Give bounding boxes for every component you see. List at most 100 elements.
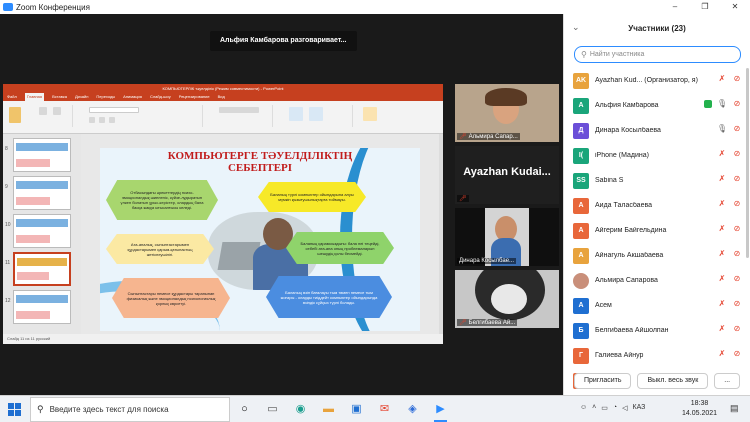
video-tile[interactable]: Динара Косылбае... [455,208,559,266]
video-tile[interactable]: 🎤︎ Альмира Сапар... [455,84,559,142]
volume-icon[interactable]: ◁ [622,404,627,412]
participant-row[interactable]: AK Ayazhan Kud... (Организатор, я) ✗ ⊘ [564,68,746,93]
mic-muted-icon[interactable]: ✗ [717,299,727,308]
participant-row[interactable]: А Аида Таласбаева ✗ ⊘ [564,193,746,218]
minimize-button[interactable]: – [660,0,690,14]
task-view-icon[interactable]: ○ [236,401,253,418]
slide-thumbnail[interactable] [13,138,71,172]
mail-icon[interactable]: ✉ [376,401,393,418]
font-select[interactable] [89,107,139,113]
ppt-tab[interactable]: Вставка [52,93,67,101]
ppt-tab[interactable]: Дизайн [75,93,88,101]
panel-header: ⌄ Участники (23) [564,14,750,42]
shared-screen[interactable]: КОМПЬЮТЕРЛІК тәуелділік (Режим совместим… [3,84,443,344]
zoom-taskbar-icon[interactable]: ▶ [432,401,449,422]
camera-off-icon[interactable]: ⊘ [732,74,742,83]
arrange-icon[interactable] [309,107,323,121]
close-button[interactable]: ✕ [720,0,750,14]
shapes-icon[interactable] [289,107,303,121]
participant-search-input[interactable]: ⚲ Найти участника [574,46,741,63]
taskbar-search-input[interactable]: ⚲ Введите здесь текст для поиска [30,397,230,422]
participant-row[interactable]: Б Белгибаева Айшолпан ✗ ⊘ [564,318,746,343]
mic-muted-icon[interactable]: ✗ [717,349,727,358]
edge-icon[interactable]: ◉ [292,401,309,418]
mute-all-button[interactable]: Выкл. весь звук [637,373,709,389]
start-button[interactable] [8,403,21,416]
people-icon[interactable]: ☺ [580,404,587,412]
mic-muted-icon[interactable]: ✗ [717,74,727,83]
camera-off-icon[interactable]: ⊘ [732,174,742,183]
paragraph-icon[interactable] [219,107,259,113]
slide-number: 12 [5,298,11,304]
video-tile[interactable]: Ayazhan Kudai... 🎤︎ [455,146,559,204]
slide-thumbnail[interactable] [13,176,71,210]
mic-muted-icon[interactable]: ✗ [717,249,727,258]
mic-muted-icon[interactable]: ✗ [717,149,727,158]
ppt-tab[interactable]: Анимация [123,93,142,101]
paste-icon[interactable] [9,107,21,123]
ppt-tab-active[interactable]: Главная [24,93,45,101]
language-indicator[interactable]: КАЗ [633,404,646,412]
mic-muted-icon[interactable]: ✗ [717,324,727,333]
slide-thumbnail-selected[interactable] [13,252,71,286]
mic-muted-icon[interactable]: ✗ [717,174,727,183]
panel-footer: Пригласить Выкл. весь звук ... [564,367,750,395]
ppt-tab[interactable]: Файл [7,93,17,101]
tile-name-text: Динара Косылбае... [459,258,515,264]
slide-heading-2: СЕБЕПТЕРІ [227,162,293,174]
task-switch-icon[interactable]: ▭ [264,401,281,418]
italic-icon[interactable] [99,117,105,123]
bold-icon[interactable] [89,117,95,123]
chevron-up-icon[interactable]: ˄ [592,404,596,412]
file-explorer-icon[interactable]: ▬ [320,401,337,418]
camera-off-icon[interactable]: ⊘ [732,199,742,208]
camera-off-icon[interactable]: ⊘ [732,324,742,333]
ppt-scrollbar[interactable] [439,134,443,334]
ppt-tab[interactable]: Слайд-шоу [150,93,171,101]
participant-row[interactable]: А Асем ✗ ⊘ [564,293,746,318]
participant-row[interactable]: SS Sabina S ✗ ⊘ [564,168,746,193]
taskbar-clock[interactable]: 18:38 14.05.2021 [682,399,717,419]
participant-row[interactable]: А Айнагуль Акшабаева ✗ ⊘ [564,243,746,268]
layout-icon[interactable] [53,107,61,115]
mic-on-icon[interactable]: 🎙︎ [717,124,727,133]
camera-off-icon[interactable]: ⊘ [732,124,742,133]
camera-off-icon[interactable]: ⊘ [732,249,742,258]
dropbox-icon[interactable]: ◈ [404,401,421,418]
ppt-tab[interactable]: Рецензирование [179,93,210,101]
participant-list-scrollbar[interactable] [746,68,749,258]
camera-off-icon[interactable]: ⊘ [732,274,742,283]
maximize-button[interactable]: ❐ [690,0,720,14]
video-tile[interactable]: 🎤︎ Белгибаева Ай... [455,270,559,328]
slide-thumbnail[interactable] [13,214,71,248]
new-slide-icon[interactable] [39,107,47,115]
network-icon[interactable]: ◔ [613,404,617,412]
participant-row[interactable]: А Айгерим Байгельдина ✗ ⊘ [564,218,746,243]
more-button[interactable]: ... [714,373,741,389]
ppt-tab[interactable]: Вид [218,93,225,101]
participant-row[interactable]: I(iPhone (Мадина) ✗ ⊘ [564,143,746,168]
mic-muted-icon[interactable]: ✗ [717,274,727,283]
camera-off-icon[interactable]: ⊘ [732,299,742,308]
participant-row[interactable]: Альмира Сапарова ✗ ⊘ [564,268,746,293]
camera-off-icon[interactable]: ⊘ [732,149,742,158]
camera-off-icon[interactable]: ⊘ [732,224,742,233]
tile-mute: 🎤︎ [457,195,469,202]
find-icon[interactable] [363,107,377,121]
chevron-down-icon[interactable]: ⌄ [572,22,580,33]
notifications-icon[interactable]: ▤ [730,403,739,414]
participant-row[interactable]: Д Динара Косылбаева 🎙︎ ⊘ [564,118,746,143]
mic-on-icon[interactable]: 🎙︎ [717,99,727,108]
participant-row[interactable]: А Альфия Камбарова 🎙︎ ⊘ [564,93,746,118]
mic-muted-icon[interactable]: ✗ [717,224,727,233]
camera-off-icon[interactable]: ⊘ [732,349,742,358]
invite-button[interactable]: Пригласить [574,373,632,389]
underline-icon[interactable] [109,117,115,123]
slide-thumbnail[interactable] [13,290,71,324]
battery-icon[interactable]: ▭ [601,404,608,412]
ppt-tab[interactable]: Переходы [96,93,115,101]
camera-off-icon[interactable]: ⊘ [732,99,742,108]
participant-row[interactable]: Г Галиева Айнур ✗ ⊘ [564,343,746,368]
mic-muted-icon[interactable]: ✗ [717,199,727,208]
store-icon[interactable]: ▣ [348,401,365,418]
